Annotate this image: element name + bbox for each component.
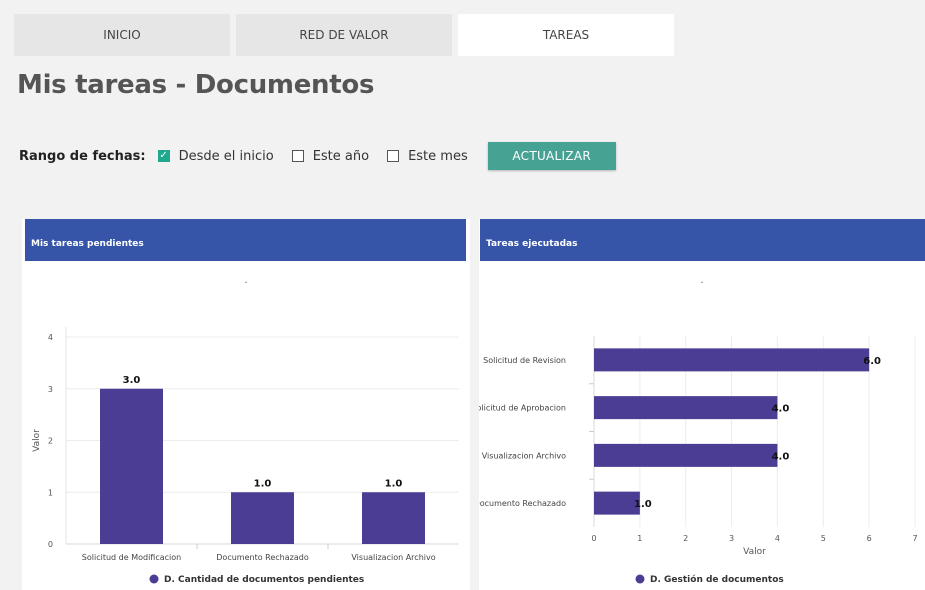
option-desde-el-inicio[interactable]: ✓ Desde el inicio [157,148,274,164]
checkbox-este-mes[interactable] [387,150,400,162]
y-tick-label: Solicitud de Revision [483,356,566,365]
panel-mis-tareas-pendientes: Mis tareas pendientes . 0 1 2 3 4 Valor 3.0 Soli… [22,219,470,590]
tab-inicio[interactable]: INICIO [14,14,230,56]
legend-label: D. Cantidad de documentos pendientes [164,575,364,585]
option-este-mes-label: Este mes [408,148,468,164]
chart-ejecutadas: . 0 1 2 3 4 5 6 7 Valor 6.0 Solicitud de Revision 4.… [471,275,917,585]
y-tick-label: 0 [48,540,53,549]
date-range-filter: Rango de fechas: ✓ Desde el inicio Este … [19,142,616,170]
legend-label: D. Gestión de documentos [650,574,784,585]
y-tick-label: 3 [48,385,53,394]
y-tick-label: 1 [48,488,53,497]
x-tick-label: 4 [775,534,780,543]
bar [100,388,163,544]
panel-header-pendientes: Mis tareas pendientes [25,219,466,261]
data-label: 3.0 [123,375,141,386]
x-tick-label: 3 [729,534,734,543]
x-tick-label: Visualizacion Archivo [351,553,435,562]
chart-title: . [700,275,703,286]
x-axis-title: Valor [743,547,766,557]
panel-header-ejecutadas: Tareas ejecutadas [480,219,925,261]
checkbox-desde-el-inicio[interactable]: ✓ [157,150,170,162]
x-tick-label: 7 [912,534,917,543]
panel-tareas-ejecutadas: Tareas ejecutadas . 0 1 2 3 4 5 6 7 Valor 6.0 Solic… [471,219,925,590]
y-tick-label: Solicitud de Aprobacion [479,404,566,413]
x-tick-label: 5 [821,534,826,543]
y-tick-label: Visualizacion Archivo [482,451,566,460]
data-label: 1.0 [254,478,272,489]
legend-marker [635,574,645,584]
page-title: Mis tareas - Documentos [17,70,375,100]
data-label: 6.0 [863,356,881,367]
x-tick-label: Documento Rechazado [216,553,309,562]
chart-pendientes: . 0 1 2 3 4 Valor 3.0 Solicitud de Modificacion 1… [32,275,459,585]
bar [231,492,294,544]
option-este-ano[interactable]: Este año [291,148,370,164]
y-axis-title: Valor [32,429,42,452]
y-tick-label: 4 [48,333,53,342]
data-label: 1.0 [634,499,652,510]
bar [594,396,778,420]
option-este-mes[interactable]: Este mes [387,149,468,164]
x-tick-label: 6 [867,534,872,543]
chart-title: . [244,275,247,286]
actualizar-button[interactable]: ACTUALIZAR [487,142,616,170]
checkbox-este-ano[interactable] [291,150,304,162]
tab-bar: INICIO RED DE VALOR TAREAS [14,14,674,56]
data-label: 4.0 [772,451,790,462]
bar [362,492,425,544]
x-tick-label: 2 [683,534,688,543]
y-tick-label: Documento Rechazado [479,499,566,508]
option-este-ano-label: Este año [312,148,370,164]
check-icon: ✓ [159,150,168,161]
data-label: 4.0 [772,404,790,415]
date-range-label: Rango de fechas: [19,148,146,164]
tab-red-de-valor[interactable]: RED DE VALOR [236,14,452,56]
bar [594,348,870,372]
bar [594,443,778,467]
legend-marker [149,574,159,584]
tab-tareas[interactable]: TAREAS [458,14,674,56]
x-tick-label: Solicitud de Modificacion [82,553,181,562]
data-label: 1.0 [385,478,403,489]
x-tick-label: 1 [637,534,642,543]
bar [594,491,640,515]
y-tick-label: 2 [48,437,53,446]
option-desde-el-inicio-label: Desde el inicio [178,148,274,164]
x-tick-label: 0 [591,534,596,543]
